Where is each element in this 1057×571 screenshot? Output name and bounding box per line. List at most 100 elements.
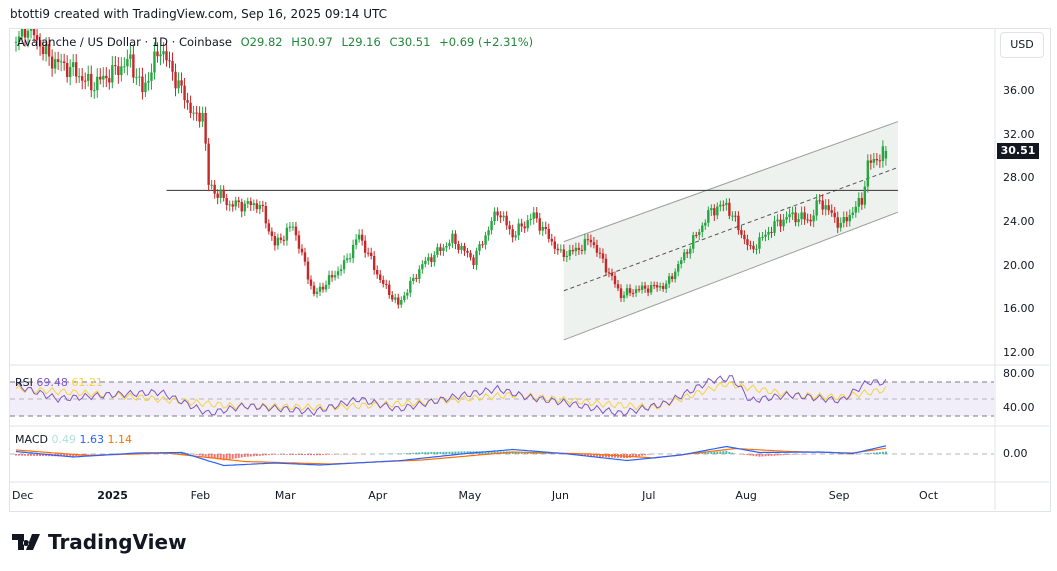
macd-histogram-bar	[303, 454, 306, 456]
macd-histogram-bar	[285, 454, 288, 455]
candle-body	[105, 75, 108, 79]
candle-body	[842, 217, 845, 223]
candle-body	[779, 219, 782, 227]
macd-histogram-bar	[752, 454, 755, 456]
candle-body	[719, 204, 722, 207]
rsi-label[interactable]: RSI	[15, 376, 33, 389]
candle-body	[833, 212, 836, 218]
candle-body	[661, 285, 665, 289]
macd-histogram-bar	[707, 452, 710, 454]
candle-body	[354, 239, 358, 245]
macd-histogram-bar	[27, 454, 30, 456]
ohlc-low: L29.16	[341, 35, 381, 49]
currency-button[interactable]: USD	[1000, 32, 1044, 58]
candle-body	[433, 254, 436, 263]
candle-body	[264, 206, 268, 224]
candle-body	[75, 62, 78, 77]
candle-body	[141, 76, 144, 93]
price-axis-label: 12.00	[1003, 346, 1035, 359]
macd-line	[15, 445, 887, 467]
candle-body	[689, 248, 692, 254]
macd-histogram-bar	[276, 454, 279, 455]
macd-histogram-bar	[439, 451, 442, 454]
candle-body	[171, 61, 174, 72]
candle-body	[749, 245, 752, 247]
candle-body	[276, 237, 280, 246]
candle-body	[535, 212, 538, 219]
candle-body	[469, 252, 472, 258]
candle-body	[451, 233, 454, 244]
candle-body	[120, 66, 123, 76]
candle-body	[87, 73, 90, 81]
candle-body	[698, 231, 701, 235]
candle-body	[782, 219, 785, 227]
candle-body	[553, 241, 556, 249]
candle-body	[860, 198, 864, 205]
candle-body	[68, 67, 72, 77]
macd-signal-value: 1.14	[107, 433, 132, 446]
macd-histogram-bar	[884, 451, 887, 454]
macd-histogram-bar	[24, 454, 27, 456]
macd-histogram-bar	[761, 454, 764, 457]
candle-body	[686, 252, 689, 254]
time-axis-label: Apr	[368, 489, 388, 502]
price-axis-label: 20.00	[1003, 258, 1035, 272]
candle-body	[460, 245, 463, 250]
candle-body	[174, 71, 177, 89]
macd-histogram-bar	[454, 451, 457, 454]
candle-body	[737, 215, 740, 231]
macd-histogram-bar	[430, 452, 433, 454]
candle-body	[445, 246, 448, 248]
symbol-name[interactable]: Avalanche / US Dollar · 1D · Coinbase	[17, 35, 232, 49]
tradingview-logo[interactable]: TradingView	[12, 530, 187, 554]
price-axis-label: 24.00	[1003, 215, 1035, 228]
candle-body	[872, 158, 876, 163]
candle-body	[270, 231, 274, 236]
candle-body	[273, 235, 277, 246]
time-axis-label: Oct	[919, 489, 939, 502]
candle-body	[854, 206, 857, 213]
macd-histogram-bar	[282, 454, 285, 455]
macd-hist-value: 0.49	[51, 433, 76, 446]
macd-label[interactable]: MACD	[15, 433, 48, 446]
rsi-axis-80: 80.00	[1003, 367, 1035, 380]
macd-signal-line	[15, 447, 886, 465]
time-axis-label: May	[458, 489, 482, 502]
chart-canvas[interactable]	[0, 0, 1057, 571]
candle-body	[96, 76, 99, 91]
candle-body	[369, 252, 373, 257]
macd-histogram-bar	[279, 454, 282, 455]
candle-body	[484, 235, 487, 245]
candle-body	[625, 288, 629, 296]
candle-body	[59, 61, 63, 63]
candle-body	[135, 77, 138, 79]
candle-body	[532, 212, 535, 219]
candle-body	[658, 285, 662, 288]
candle-body	[457, 244, 460, 250]
candle-body	[391, 295, 394, 300]
candle-body	[249, 201, 252, 206]
macd-histogram-bar	[647, 454, 650, 455]
macd-histogram-bar	[725, 450, 728, 454]
candle-body	[102, 75, 105, 80]
candle-body	[216, 193, 219, 198]
candle-body	[683, 252, 686, 261]
candle-body	[761, 236, 764, 238]
candle-body	[71, 62, 75, 68]
macd-histogram-bar	[201, 454, 204, 457]
macd-histogram-bar	[451, 451, 454, 454]
candle-body	[403, 295, 406, 301]
candle-body	[409, 280, 412, 293]
candle-body	[345, 258, 349, 261]
candle-body	[336, 271, 340, 276]
macd-histogram-bar	[412, 452, 415, 454]
candle-body	[707, 210, 710, 223]
candle-body	[499, 215, 502, 218]
candle-body	[318, 286, 322, 292]
macd-histogram-bar	[261, 454, 264, 456]
candle-body	[562, 249, 566, 257]
candle-body	[824, 205, 827, 210]
macd-histogram-bar	[18, 454, 21, 456]
price-axis-label: 36.00	[1003, 84, 1035, 97]
candle-body	[577, 247, 581, 250]
